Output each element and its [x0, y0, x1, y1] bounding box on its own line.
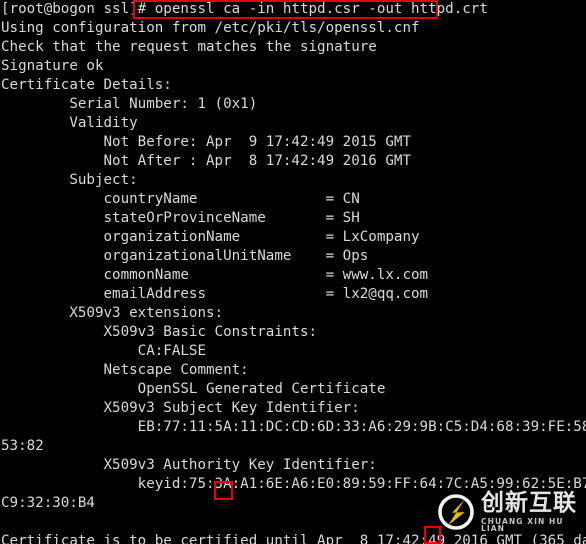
- terminal-line: Not After : Apr 8 17:42:49 2016 GMT: [1, 153, 411, 169]
- terminal-line: Using configuration from /etc/pki/tls/op…: [1, 20, 420, 36]
- terminal-line: OpenSSL Generated Certificate: [1, 381, 386, 397]
- terminal-line: X509v3 Subject Key Identifier:: [1, 400, 360, 416]
- terminal-line: [root@bogon ssl]# openssl ca -in httpd.c…: [1, 1, 488, 17]
- terminal-line: X509v3 extensions:: [1, 305, 224, 321]
- terminal-line: 53:82: [1, 438, 44, 454]
- terminal-line: Certificate Details:: [1, 77, 172, 93]
- terminal-line: Netscape Comment:: [1, 362, 249, 378]
- terminal-line: emailAddress = lx2@qq.com: [1, 286, 429, 302]
- terminal-line: Serial Number: 1 (0x1): [1, 96, 258, 112]
- terminal-line: CA:FALSE: [1, 343, 206, 359]
- terminal-line: organizationalUnitName = Ops: [1, 248, 369, 264]
- terminal-line: stateOrProvinceName = SH: [1, 210, 360, 226]
- terminal-line: keyid:75:3A:A1:6E:A6:E0:89:59:FF:64:7C:A…: [1, 476, 586, 492]
- terminal-line: Certificate is to be certified until Apr…: [1, 533, 586, 544]
- terminal-output: [root@bogon ssl]# openssl ca -in httpd.c…: [0, 0, 586, 544]
- terminal-line: X509v3 Basic Constraints:: [1, 324, 318, 340]
- terminal-line: Validity: [1, 115, 138, 131]
- terminal-line: countryName = CN: [1, 191, 360, 207]
- terminal-line: C9:32:30:B4: [1, 495, 95, 511]
- terminal-window[interactable]: [root@bogon ssl]# openssl ca -in httpd.c…: [0, 0, 586, 544]
- terminal-line: EB:77:11:5A:11:DC:CD:6D:33:A6:29:9B:C5:D…: [1, 419, 586, 435]
- terminal-line: organizationName = LxCompany: [1, 229, 420, 245]
- terminal-line: Signature ok: [1, 58, 104, 74]
- terminal-line: X509v3 Authority Key Identifier:: [1, 457, 377, 473]
- terminal-line: Check that the request matches the signa…: [1, 39, 377, 55]
- terminal-line: commonName = www.lx.com: [1, 267, 429, 283]
- terminal-line: Not Before: Apr 9 17:42:49 2015 GMT: [1, 134, 411, 150]
- terminal-line: Subject:: [1, 172, 138, 188]
